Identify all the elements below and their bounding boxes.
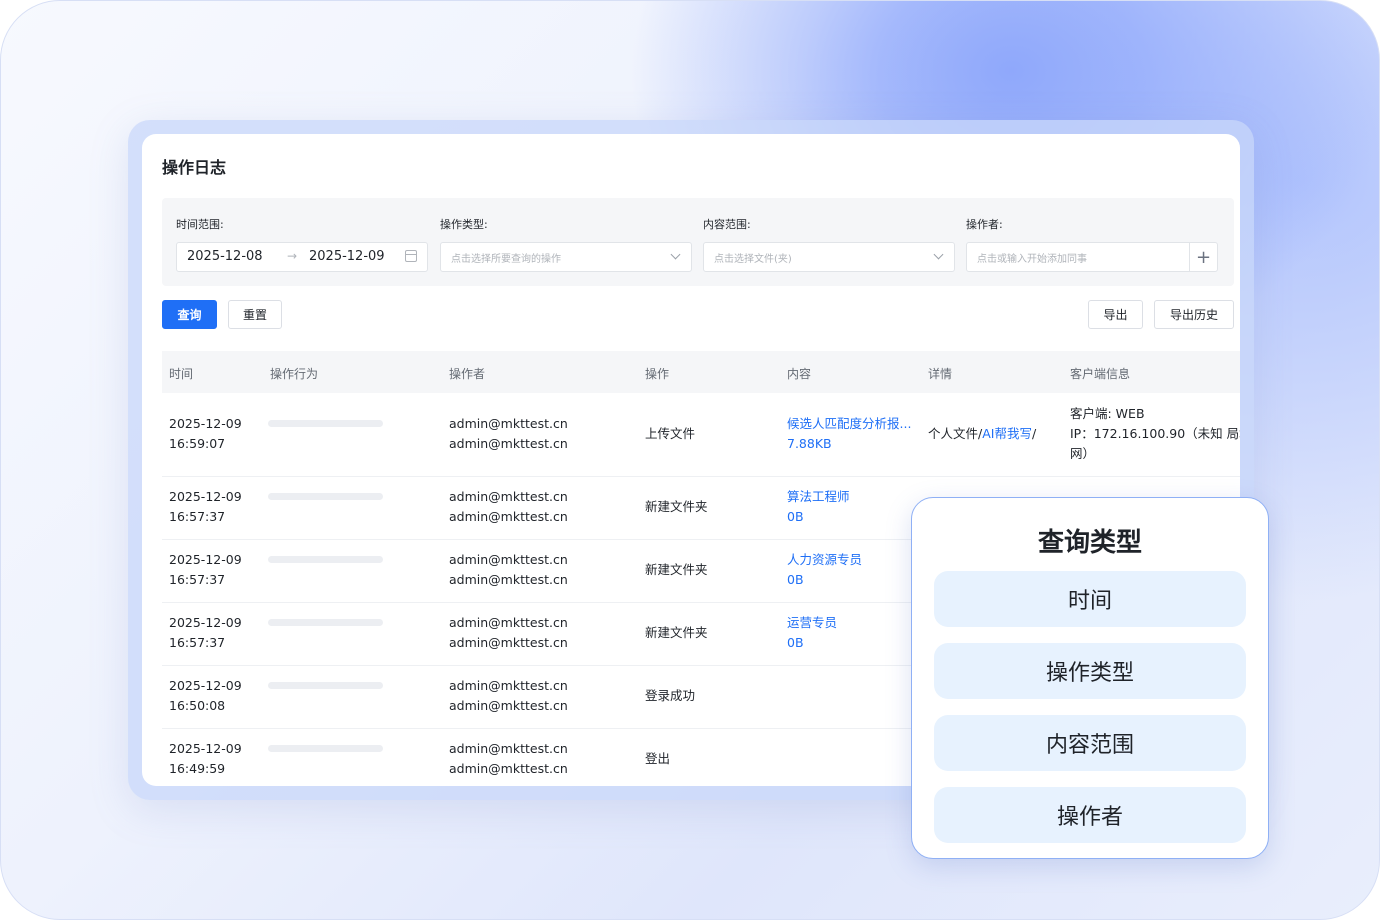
table-row[interactable]: 2025-12-09 16:59:07 admin@mkttest.cn adm… (162, 393, 1240, 477)
content-scope-select[interactable]: 点击选择文件(夹) (703, 242, 955, 272)
header-detail: 详情 (928, 367, 953, 381)
content-link[interactable]: 运营专员 (787, 613, 837, 633)
row-operator: admin@mkttest.cn (449, 489, 568, 504)
query-type-option-time[interactable]: 时间 (934, 571, 1246, 627)
row-operator: admin@mkttest.cn (449, 615, 568, 630)
content-link[interactable]: 候选人匹配度分析报... (787, 414, 911, 434)
row-operator: admin@mkttest.cn (449, 698, 568, 713)
header-operator: 操作者 (449, 367, 486, 381)
operator-label: 操作者: (966, 218, 1003, 231)
row-operator: admin@mkttest.cn (449, 635, 568, 650)
query-type-option-operator[interactable]: 操作者 (934, 787, 1246, 843)
query-button[interactable]: 查询 (162, 300, 217, 329)
row-time: 16:49:59 (169, 761, 226, 776)
detail-sep: / (1031, 426, 1037, 441)
behavior-placeholder-bar (268, 420, 383, 427)
table-header: 时间 操作行为 操作者 操作 内容 详情 客户端信息 (162, 351, 1240, 393)
behavior-placeholder-bar (268, 682, 383, 689)
row-operator: admin@mkttest.cn (449, 509, 568, 524)
content-link[interactable]: 人力资源专员 (787, 550, 862, 570)
row-time: 16:57:37 (169, 572, 226, 587)
row-action: 新建文件夹 (645, 562, 708, 577)
row-date: 2025-12-09 (169, 552, 242, 567)
row-operator: admin@mkttest.cn (449, 552, 568, 567)
arrow-right-icon: → (287, 249, 298, 263)
content-scope-filter: 内容范围: 点击选择文件(夹) (703, 216, 955, 272)
row-detail: 个人文件/AI帮我写/ (928, 424, 1036, 444)
row-time: 16:57:37 (169, 509, 226, 524)
row-date: 2025-12-09 (169, 489, 242, 504)
operator-input[interactable]: 点击或输入开始添加同事 + (966, 242, 1218, 272)
row-action: 登录成功 (645, 688, 696, 703)
row-time: 16:50:08 (169, 698, 226, 713)
row-operator: admin@mkttest.cn (449, 741, 568, 756)
row-operator: admin@mkttest.cn (449, 761, 568, 776)
client-type: 客户端: WEB (1070, 406, 1145, 421)
content-scope-label: 内容范围: (703, 218, 751, 231)
time-range-label: 时间范围: (176, 218, 224, 231)
row-action: 登出 (645, 751, 671, 766)
content-link[interactable]: 算法工程师 (787, 487, 850, 507)
row-date: 2025-12-09 (169, 416, 242, 431)
query-type-option-content-scope[interactable]: 内容范围 (934, 715, 1246, 771)
row-operator: admin@mkttest.cn (449, 436, 568, 451)
row-time: 16:57:37 (169, 635, 226, 650)
header-action: 操作 (645, 367, 670, 381)
row-operator: admin@mkttest.cn (449, 572, 568, 587)
detail-link[interactable]: AI帮我写 (982, 426, 1032, 441)
end-date[interactable]: 2025-12-09 (309, 249, 385, 264)
row-action: 上传文件 (645, 426, 696, 441)
filter-panel: 时间范围: 2025-12-08 → 2025-12-09 操作类型: 点击选择… (162, 198, 1234, 286)
content-size: 0B (787, 572, 804, 587)
op-type-select[interactable]: 点击选择所要查询的操作 (440, 242, 692, 272)
op-type-label: 操作类型: (440, 218, 488, 231)
row-operator: admin@mkttest.cn (449, 678, 568, 693)
row-date: 2025-12-09 (169, 678, 242, 693)
popup-title: 查询类型 (1037, 528, 1142, 558)
row-date: 2025-12-09 (169, 615, 242, 630)
operator-placeholder: 点击或输入开始添加同事 (977, 253, 1087, 265)
detail-path: 个人文件/ (928, 426, 983, 441)
export-history-button[interactable]: 导出历史 (1154, 300, 1234, 329)
chevron-down-icon (670, 249, 681, 260)
behavior-placeholder-bar (268, 619, 383, 626)
content-scope-placeholder: 点击选择文件(夹) (714, 253, 792, 265)
header-time: 时间 (169, 367, 194, 381)
behavior-placeholder-bar (268, 556, 383, 563)
calendar-icon (405, 250, 417, 262)
row-date: 2025-12-09 (169, 741, 242, 756)
content-size: 7.88KB (787, 436, 832, 451)
client-ip-cont: 网） (1070, 446, 1096, 461)
time-range-filter: 时间范围: 2025-12-08 → 2025-12-09 (176, 216, 428, 272)
header-client: 客户端信息 (1070, 367, 1131, 381)
reset-button[interactable]: 重置 (228, 300, 282, 329)
row-action: 新建文件夹 (645, 625, 708, 640)
client-ip: IP：172.16.100.90（未知 局域 (1070, 426, 1240, 441)
op-type-placeholder: 点击选择所要查询的操作 (451, 253, 561, 265)
start-date[interactable]: 2025-12-08 (187, 249, 263, 264)
op-type-filter: 操作类型: 点击选择所要查询的操作 (440, 216, 692, 272)
page-title: 操作日志 (162, 158, 227, 177)
query-type-popup: 查询类型 时间 操作类型 内容范围 操作者 (911, 497, 1269, 859)
content-size: 0B (787, 635, 804, 650)
export-button[interactable]: 导出 (1088, 300, 1143, 329)
header-content: 内容 (787, 367, 812, 381)
behavior-placeholder-bar (268, 745, 383, 752)
row-time: 16:59:07 (169, 436, 226, 451)
row-operator: admin@mkttest.cn (449, 416, 568, 431)
add-operator-button[interactable]: + (1189, 243, 1217, 271)
content-size: 0B (787, 509, 804, 524)
operator-filter: 操作者: 点击或输入开始添加同事 + (966, 216, 1218, 272)
query-type-option-op-type[interactable]: 操作类型 (934, 643, 1246, 699)
behavior-placeholder-bar (268, 493, 383, 500)
date-range-picker[interactable]: 2025-12-08 → 2025-12-09 (176, 242, 428, 272)
chevron-down-icon (933, 249, 944, 260)
row-action: 新建文件夹 (645, 499, 708, 514)
header-behavior: 操作行为 (270, 367, 319, 381)
